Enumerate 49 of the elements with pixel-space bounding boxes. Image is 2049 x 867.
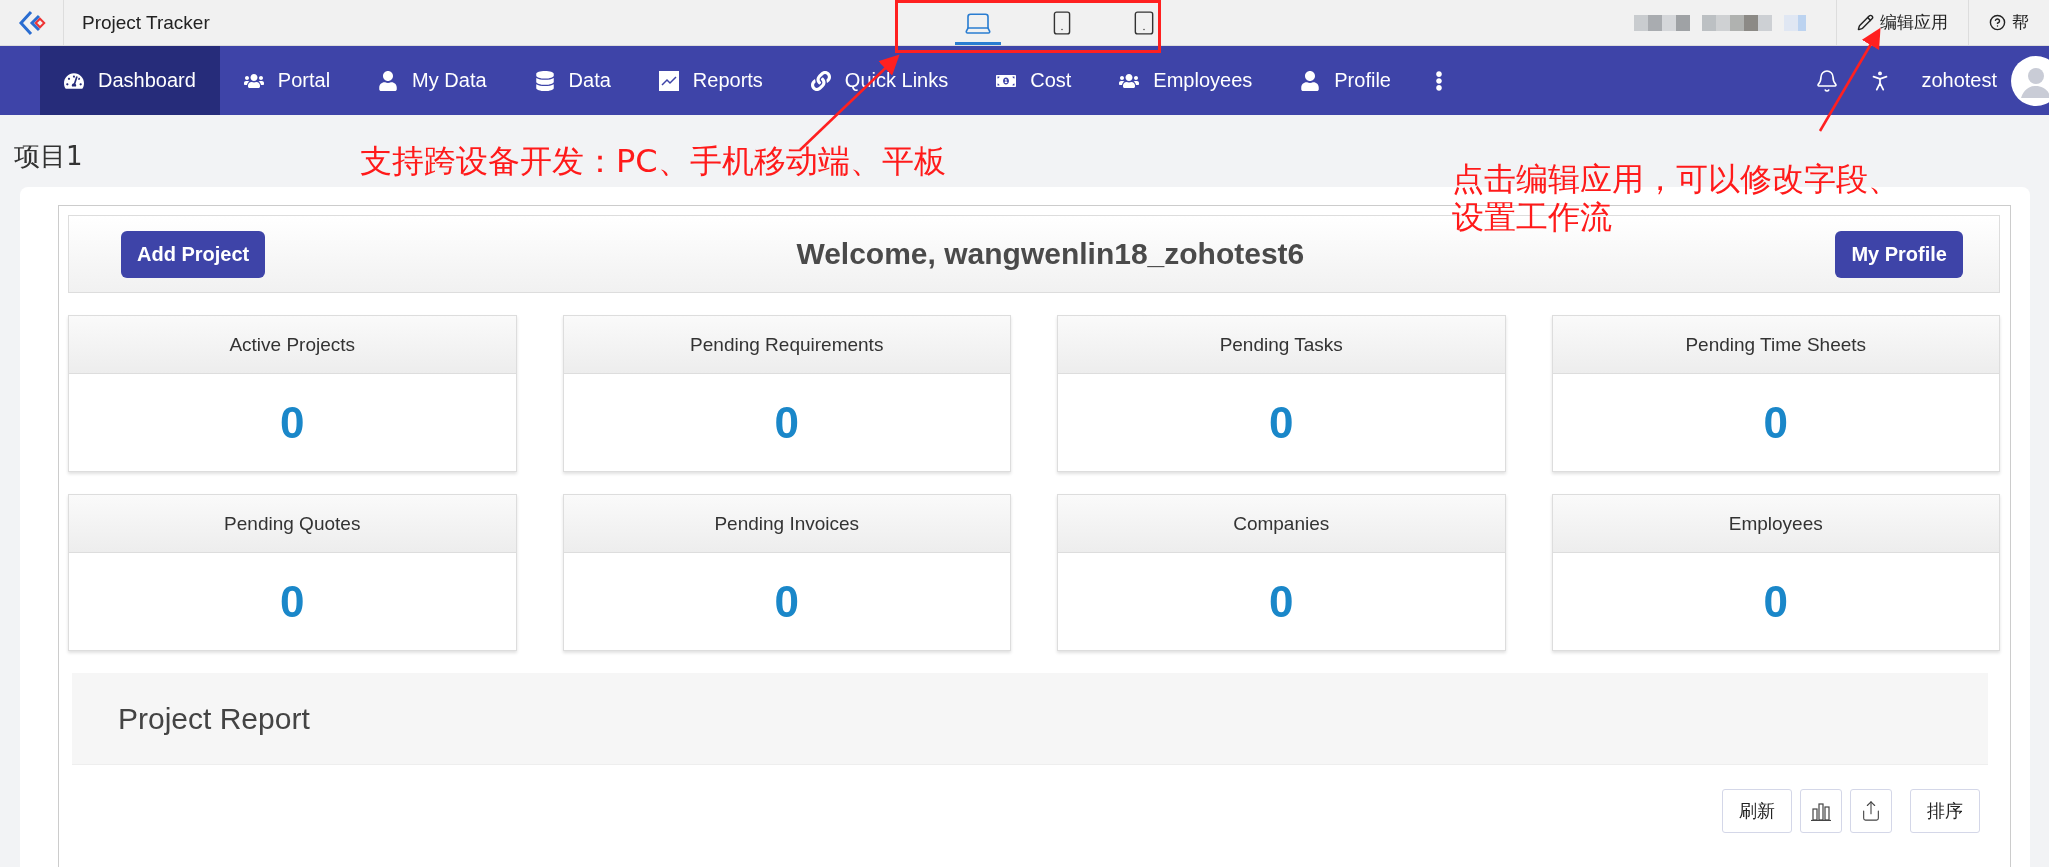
nav-tab[interactable]: Portal <box>219 46 355 115</box>
nav-tab[interactable]: Cost <box>972 46 1096 115</box>
stat-value: 0 <box>1269 576 1294 627</box>
pencil-icon <box>1857 14 1874 31</box>
line-chart-icon <box>658 70 679 91</box>
nav-tab[interactable]: Profile <box>1276 46 1415 115</box>
edit-app-button[interactable]: 编辑应用 <box>1836 0 1968 45</box>
avatar-icon[interactable] <box>2011 55 2049 106</box>
help-icon <box>1989 14 2006 31</box>
page-title: 项目1 <box>14 140 83 173</box>
app-title: Project Tracker <box>82 11 210 34</box>
nav-tab[interactable]: Dashboard <box>40 46 220 115</box>
stat-label: Pending Invoices <box>714 512 860 535</box>
annotation-text: 支持跨设备开发：PC、手机移动端、平板 <box>360 142 946 181</box>
export-button[interactable] <box>1850 789 1892 833</box>
stat-label: Companies <box>1233 512 1330 535</box>
nav-tab[interactable]: Employees <box>1095 46 1277 115</box>
stat-label: Active Projects <box>229 333 356 356</box>
stat-label: Pending Tasks <box>1219 333 1343 356</box>
stat-value: 0 <box>1269 397 1294 448</box>
gauge-icon <box>64 70 84 91</box>
person-icon <box>378 70 399 91</box>
stat-label: Pending Time Sheets <box>1685 333 1867 356</box>
stat-label: Employees <box>1728 512 1823 535</box>
welcome-text: Welcome, wangwenlin18_zohotest6 <box>796 237 1305 271</box>
database-icon <box>534 70 555 91</box>
my-profile-button[interactable]: My Profile <box>1835 230 1963 278</box>
bar-chart-button[interactable] <box>1800 789 1842 833</box>
stat-value: 0 <box>774 397 799 448</box>
report-title: Project Report <box>118 701 310 736</box>
stat-value: 0 <box>280 576 305 627</box>
nav-tab[interactable]: My Data <box>354 46 511 115</box>
stat-value: 0 <box>1763 397 1788 448</box>
stat-label: Pending Requirements <box>690 333 884 356</box>
add-project-button[interactable]: Add Project <box>121 230 266 278</box>
toolbar-button[interactable]: 排序 <box>1910 789 1980 833</box>
nav-tab[interactable]: Reports <box>634 46 787 115</box>
person-icon <box>1300 70 1321 91</box>
stat-value: 0 <box>280 397 305 448</box>
bar-chart-icon <box>1810 801 1832 821</box>
stat-value: 0 <box>774 576 799 627</box>
stat-label: Pending Quotes <box>224 512 361 535</box>
link-icon <box>810 70 831 91</box>
export-icon <box>1860 800 1882 822</box>
stat-value: 0 <box>1763 576 1788 627</box>
help-button[interactable]: 帮 <box>1968 0 2049 45</box>
user-name[interactable]: zohotest <box>1907 69 2011 92</box>
nav-tab[interactable]: Data <box>510 46 635 115</box>
toolbar-button[interactable]: 刷新 <box>1722 789 1792 833</box>
